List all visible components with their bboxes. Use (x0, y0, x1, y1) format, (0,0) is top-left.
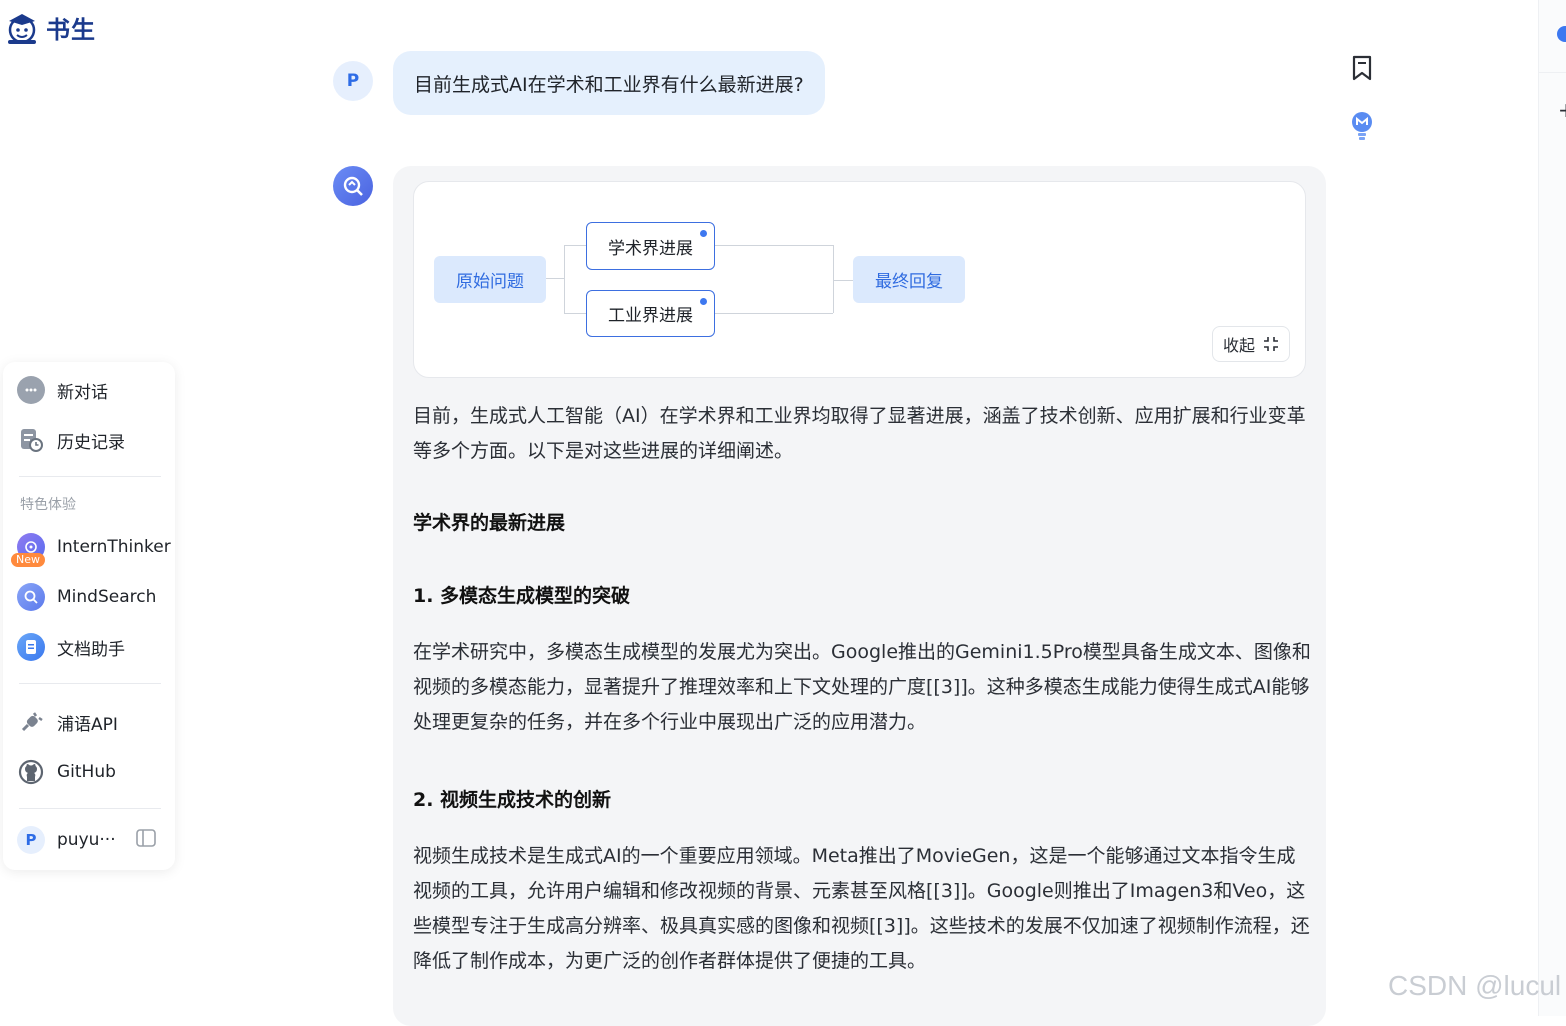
feature-section-title: 特色体验 (20, 497, 76, 513)
github-icon (17, 758, 45, 786)
flow-connector (564, 245, 565, 313)
right-panel-edge: + (1538, 0, 1566, 1016)
flow-connector (715, 245, 833, 246)
divider (1539, 72, 1566, 73)
sidebar-divider (19, 683, 161, 684)
scholar-mascot-icon (8, 13, 36, 44)
watermark: CSDN @lucul (1388, 970, 1562, 1001)
app-name: 书生 (46, 16, 96, 44)
flow-node-industry[interactable]: 工业界进展 (586, 290, 715, 337)
answer-subheading-1: 1. 多模态生成模型的突破 (413, 585, 631, 607)
doc-assistant-label: 文档助手 (57, 639, 125, 660)
mindsearch-label: MindSearch (57, 587, 157, 607)
sidebar-divider (19, 476, 161, 477)
flow-connector (833, 280, 853, 281)
history-label: 历史记录 (57, 432, 125, 453)
collapse-label: 收起 (1222, 336, 1255, 355)
history-icon (17, 426, 45, 454)
flow-node-academic[interactable]: 学术界进展 (586, 222, 715, 270)
sidebar-divider (19, 808, 161, 809)
document-icon (17, 633, 45, 661)
new-chat-label: 新对话 (57, 382, 108, 403)
answer-subheading-2: 2. 视频生成技术的创新 (413, 789, 612, 811)
history-button[interactable]: 历史记录 (17, 424, 125, 456)
flow-connector (564, 245, 586, 246)
flow-connector (564, 313, 586, 314)
flow-connector (833, 245, 834, 313)
answer-paragraph-2: 视频生成技术是生成式AI的一个重要应用领域。Meta推出了MovieGen，这是… (413, 845, 1310, 972)
sidebar-item-mindsearch[interactable]: MindSearch (17, 581, 156, 613)
github-label: GitHub (57, 762, 116, 782)
sidebar-item-internthinker[interactable]: New InternThinker (11, 531, 171, 567)
internthinker-label: InternThinker (57, 537, 171, 557)
bookmark-icon[interactable] (1349, 54, 1375, 82)
answer-intro: 目前，生成式人工智能（AI）在学术界和工业界均取得了显著进展，涵盖了技术创新、应… (413, 405, 1306, 462)
api-label: 浦语API (57, 714, 118, 735)
flow-node-final[interactable]: 最终回复 (853, 256, 965, 303)
flow-node-industry-label: 工业界进展 (608, 306, 693, 326)
user-question-bubble: 目前生成式AI在学术和工业界有什么最新进展? (393, 51, 825, 115)
panel-toggle-tab[interactable] (1557, 26, 1566, 42)
collapse-icon (1264, 337, 1278, 351)
assistant-avatar (333, 166, 373, 206)
collapse-button[interactable]: 收起 (1211, 326, 1290, 362)
sidebar-item-doc-assistant[interactable]: 文档助手 (17, 631, 125, 663)
answer-paragraph-1: 在学术研究中，多模态生成模型的发展尤为突出。Google推出的Gemini1.5… (413, 641, 1311, 733)
search-flow-graph: 原始问题 学术界进展 工业界进展 最终回复 收起 (413, 181, 1306, 378)
answer-section-title: 学术界的最新进展 (413, 512, 566, 534)
user-message-avatar: P (333, 61, 373, 101)
sidebar-toggle-icon[interactable] (136, 829, 156, 851)
lightbulb-icon[interactable] (1348, 110, 1376, 142)
user-name: puyu··· (57, 830, 116, 850)
status-dot (700, 230, 707, 237)
assistant-answer-panel: 原始问题 学术界进展 工业界进展 最终回复 收起 目前，生成式人工智能（AI）在… (393, 166, 1326, 1026)
user-profile[interactable]: P puyu··· (17, 824, 116, 856)
flow-node-origin[interactable]: 原始问题 (434, 256, 546, 303)
status-dot (700, 298, 707, 305)
new-chat-button[interactable]: 新对话 (17, 374, 108, 406)
chat-bubble-icon (17, 376, 45, 404)
sidebar: 新对话 历史记录 特色体验 New InternThinker MindSear… (3, 362, 175, 870)
user-avatar: P (17, 826, 45, 854)
sidebar-item-api[interactable]: 浦语API (17, 706, 118, 738)
flow-connector (715, 313, 833, 314)
flow-node-academic-label: 学术界进展 (608, 238, 693, 259)
app-logo: 书生 (4, 10, 96, 45)
add-icon[interactable]: + (1558, 100, 1566, 120)
new-badge: New (11, 553, 45, 567)
sidebar-item-github[interactable]: GitHub (17, 756, 116, 788)
plug-icon (17, 708, 45, 736)
internthinker-icon: New (11, 533, 45, 567)
mindsearch-logo-icon (343, 176, 363, 196)
flow-connector (546, 278, 564, 279)
mindsearch-icon (17, 583, 45, 611)
